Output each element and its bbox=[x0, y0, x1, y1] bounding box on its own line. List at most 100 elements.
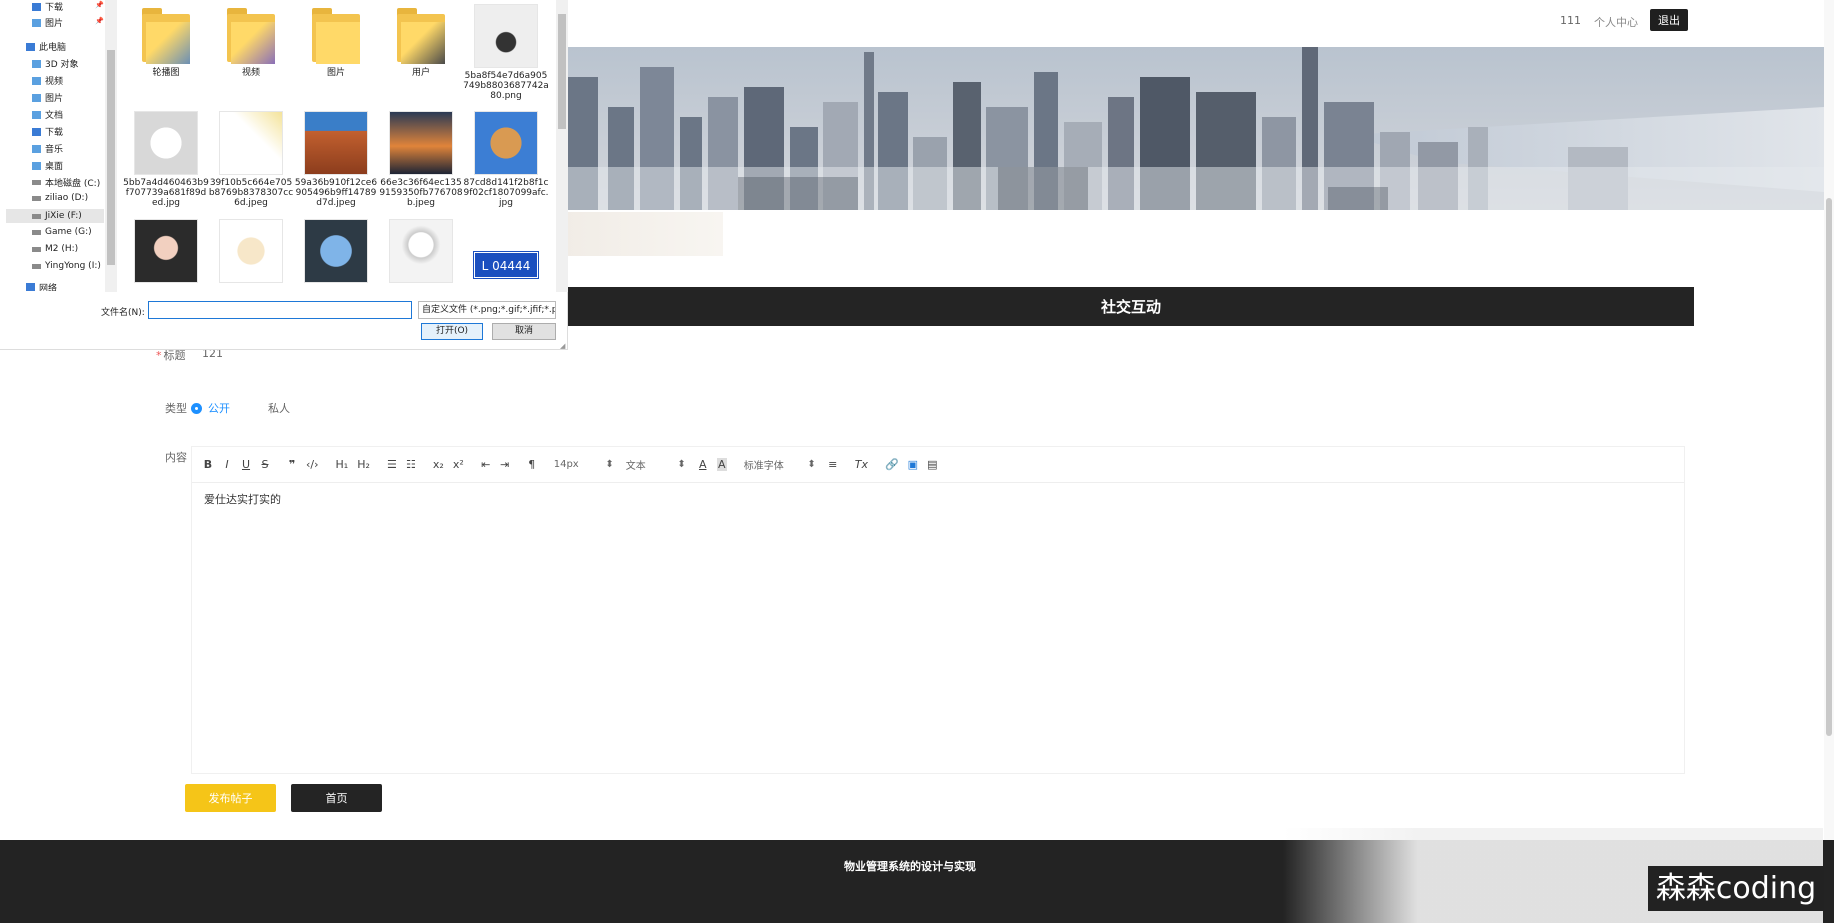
bullet-list-icon[interactable]: ☷ bbox=[406, 458, 416, 471]
open-button[interactable]: 打开(O) bbox=[421, 323, 483, 340]
nav-item[interactable]: Game (G:) bbox=[32, 227, 92, 237]
image-file-item[interactable] bbox=[378, 219, 464, 286]
italic-icon[interactable]: I bbox=[222, 458, 232, 471]
image-file-item[interactable]: 59a36b910f12ce6905496b9ff14789d7d.jpeg bbox=[293, 111, 379, 208]
outdent-icon[interactable]: ⇤ bbox=[481, 458, 491, 471]
strike-icon[interactable]: S bbox=[260, 458, 270, 471]
drive-icon bbox=[32, 246, 41, 252]
pin-icon: 📌 bbox=[95, 17, 104, 25]
nav-item[interactable]: 此电脑 bbox=[26, 40, 66, 53]
radio-public[interactable]: 公开 bbox=[191, 400, 230, 416]
download-icon bbox=[32, 127, 41, 136]
nav-item[interactable]: 3D 对象 bbox=[32, 57, 79, 70]
text-direction-icon[interactable]: ¶ bbox=[527, 458, 537, 471]
font-color-icon[interactable]: A bbox=[698, 458, 708, 471]
nav-item[interactable]: YingYong (I:) bbox=[32, 261, 101, 271]
folder-item[interactable]: 视频 bbox=[208, 0, 294, 78]
file-open-dialog: 下载 📌 图片 📌 此电脑 3D 对象 视频 图片 文档 下载 音乐 桌面 本地… bbox=[0, 0, 568, 350]
cancel-button[interactable]: 取消 bbox=[492, 323, 556, 340]
code-icon[interactable]: ‹/› bbox=[306, 458, 319, 471]
bold-icon[interactable]: B bbox=[203, 458, 213, 471]
image-file-item[interactable]: 5ba8f54e7d6a905749b8803687742a80.png bbox=[463, 4, 549, 101]
filename-label: 文件名(N): bbox=[101, 308, 145, 318]
dog-thumbnail bbox=[474, 111, 538, 175]
editor-content[interactable]: 爱仕达实打实的 bbox=[204, 491, 281, 507]
nav-item[interactable]: 图片 bbox=[32, 91, 63, 104]
align-icon[interactable]: ≡ bbox=[828, 458, 838, 471]
nav-item[interactable]: 网络 bbox=[26, 283, 57, 291]
folder-item[interactable]: 图片 bbox=[293, 0, 379, 78]
documents-icon bbox=[32, 110, 41, 119]
scooter-thumbnail bbox=[474, 4, 538, 68]
nav-scrollbar[interactable] bbox=[105, 0, 117, 292]
drive-icon bbox=[32, 180, 41, 185]
image-file-item[interactable]: L 04444 bbox=[463, 251, 549, 279]
this-pc-icon bbox=[26, 42, 35, 51]
banner-shadow bbox=[568, 212, 723, 256]
image-file-item[interactable]: 87cd8d141f2b8f1c9f02cf1807099afc.jpg bbox=[463, 111, 549, 208]
image-icon[interactable]: ▣ bbox=[908, 458, 918, 471]
nav-item[interactable]: 本地磁盘 (C:) bbox=[32, 176, 100, 189]
logout-button[interactable]: 退出 bbox=[1650, 9, 1688, 31]
header2-icon[interactable]: H₂ bbox=[357, 458, 370, 471]
clean-format-icon[interactable]: Tx bbox=[855, 458, 868, 471]
ordered-list-icon[interactable]: ☰ bbox=[387, 458, 397, 471]
image-file-item[interactable] bbox=[293, 219, 379, 286]
username: 111 bbox=[1560, 14, 1581, 27]
font-select[interactable]: 标准字体 ⬍ bbox=[744, 457, 816, 472]
radio-private[interactable]: 私人 bbox=[268, 400, 290, 416]
nav-item[interactable]: 下载 bbox=[32, 125, 63, 138]
publish-post-button[interactable]: 发布帖子 bbox=[185, 784, 276, 812]
superscript-icon[interactable]: x² bbox=[453, 458, 464, 471]
nav-item[interactable]: 桌面 bbox=[32, 159, 63, 172]
folder-item[interactable]: 轮播图 bbox=[123, 0, 209, 78]
nav-item[interactable]: 文档 bbox=[32, 108, 63, 121]
home-button[interactable]: 首页 bbox=[291, 784, 382, 812]
video-icon[interactable]: ▤ bbox=[927, 458, 937, 471]
editor-toolbar: B I U S ❞ ‹/› H₁ H₂ ☰ ☷ x₂ x² ⇤ ⇥ ¶ 14px… bbox=[192, 447, 1684, 483]
sunset-thumbnail bbox=[389, 111, 453, 175]
personal-center-link[interactable]: 个人中心 bbox=[1594, 14, 1638, 30]
chevron-updown-icon: ⬍ bbox=[807, 459, 816, 470]
header1-icon[interactable]: H₁ bbox=[336, 458, 349, 471]
dialog-nav-pane: 下载 📌 图片 📌 此电脑 3D 对象 视频 图片 文档 下载 音乐 桌面 本地… bbox=[0, 0, 118, 292]
size-select[interactable]: 14px ⬍ bbox=[554, 459, 614, 470]
files-scrollbar[interactable] bbox=[556, 0, 568, 292]
folder-icon bbox=[227, 8, 275, 64]
indent-icon[interactable]: ⇥ bbox=[500, 458, 510, 471]
chevron-updown-icon: ⬍ bbox=[605, 459, 614, 470]
folder-item[interactable]: 用户 bbox=[378, 0, 464, 78]
nav-item[interactable]: M2 (H:) bbox=[32, 244, 78, 254]
resize-grip-icon[interactable]: ◢ bbox=[560, 342, 565, 350]
pictures-icon bbox=[32, 18, 41, 27]
image-file-item[interactable] bbox=[208, 219, 294, 286]
nav-item[interactable]: 音乐 bbox=[32, 142, 63, 155]
blockquote-icon[interactable]: ❞ bbox=[287, 458, 297, 471]
filetype-select[interactable]: 自定义文件 (*.png;*.gif;*.jfif;*.p bbox=[418, 301, 556, 319]
image-file-item[interactable]: 39f10b5c664e705b8769b8378307cc6d.jpeg bbox=[208, 111, 294, 208]
cartoon-thumbnail bbox=[134, 111, 198, 175]
folder-icon bbox=[142, 8, 190, 64]
nav-item[interactable]: ziliao (D:) bbox=[32, 193, 88, 203]
image-file-item[interactable]: 5bb7a4d460463b9f707739a681f89ded.jpg bbox=[123, 111, 209, 208]
underline-icon[interactable]: U bbox=[241, 458, 251, 471]
image-file-item[interactable]: 66e3c36f64ec1359159350fb776708b.jpeg bbox=[378, 111, 464, 208]
subscript-icon[interactable]: x₂ bbox=[433, 458, 444, 471]
banner-image bbox=[568, 47, 1824, 210]
page-scrollbar[interactable] bbox=[1824, 0, 1834, 840]
link-icon[interactable]: 🔗 bbox=[885, 458, 899, 471]
format-select[interactable]: 文本 ⬍ bbox=[626, 457, 686, 472]
image-file-item[interactable] bbox=[123, 219, 209, 286]
filename-input[interactable] bbox=[148, 301, 412, 319]
radio-checked-icon bbox=[191, 402, 202, 414]
nav-item[interactable]: 下载 bbox=[32, 0, 63, 13]
pin-icon: 📌 bbox=[95, 1, 104, 9]
nav-item[interactable]: 图片 bbox=[32, 16, 63, 29]
nav-item-selected[interactable]: JiXie (F:) bbox=[6, 209, 104, 223]
background-color-icon[interactable]: A bbox=[716, 458, 727, 471]
nav-item[interactable]: 视频 bbox=[32, 74, 63, 87]
video-folder-icon bbox=[32, 76, 41, 85]
arch-thumbnail bbox=[304, 111, 368, 175]
section-title: 社交互动 bbox=[568, 287, 1694, 326]
rich-text-editor[interactable]: B I U S ❞ ‹/› H₁ H₂ ☰ ☷ x₂ x² ⇤ ⇥ ¶ 14px… bbox=[191, 446, 1685, 774]
